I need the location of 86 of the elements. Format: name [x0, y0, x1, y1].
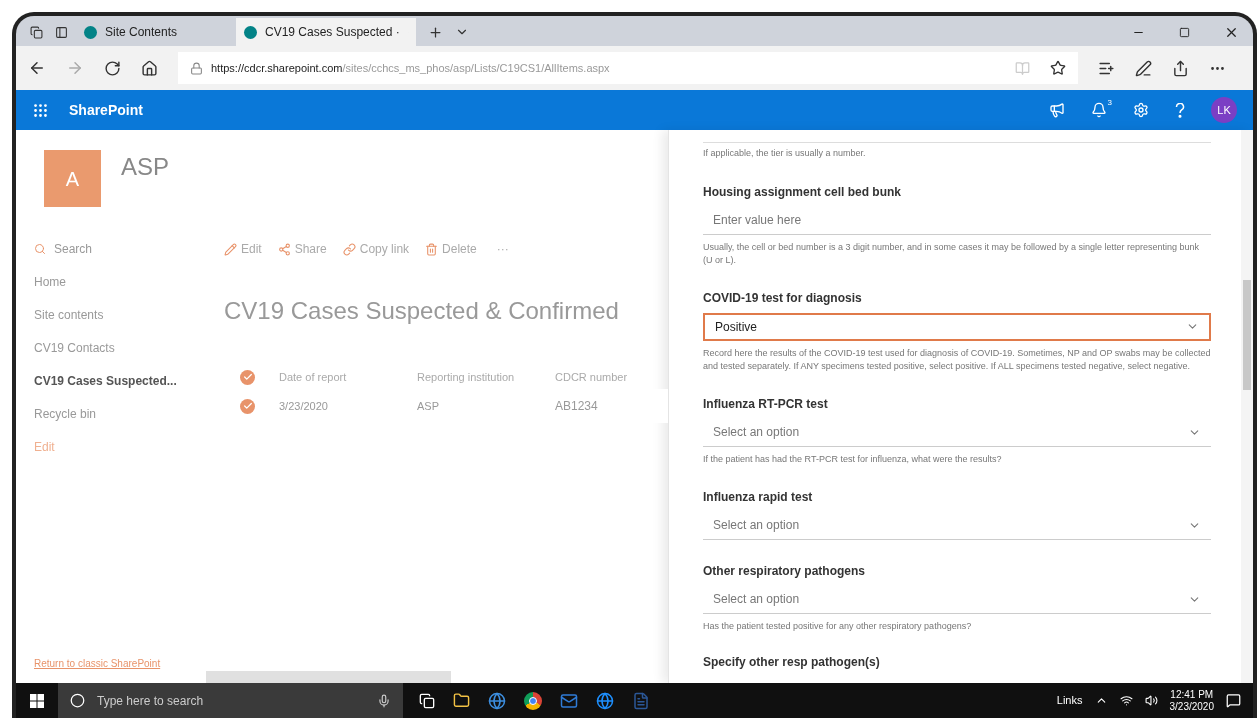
nav-link[interactable]: Recycle bin: [34, 393, 224, 426]
star-icon[interactable]: [1050, 60, 1066, 76]
microphone-icon[interactable]: [377, 693, 391, 708]
browser-tab[interactable]: CV19 Cases Suspected ·: [236, 18, 416, 46]
command-button[interactable]: Copy link: [342, 240, 410, 258]
settings-icon[interactable]: [1133, 102, 1149, 118]
link-icon: [342, 242, 356, 256]
user-avatar[interactable]: LK: [1211, 97, 1237, 123]
volume-icon[interactable]: [1144, 694, 1158, 707]
bell-icon[interactable]: [1091, 102, 1107, 118]
sharepoint-icon: [244, 25, 257, 39]
field-label: Influenza RT-PCR test: [703, 395, 829, 413]
links-toolbar[interactable]: Links: [1056, 692, 1083, 709]
windows-logo-icon[interactable]: [30, 693, 44, 708]
lock-icon: [190, 61, 203, 75]
field-label: Influenza rapid test: [703, 488, 814, 506]
table-cell-text: 3/23/2020: [279, 398, 329, 414]
classic-sharepoint-link[interactable]: Return to classic SharePoint: [34, 656, 224, 671]
document-icon[interactable]: [632, 691, 650, 710]
mail-icon[interactable]: [560, 691, 578, 710]
pen-icon[interactable]: [1135, 59, 1152, 77]
network-icon[interactable]: [1119, 694, 1133, 707]
site-logo: A: [44, 150, 101, 207]
sharepoint-icon: [84, 25, 97, 39]
command-button[interactable]: Share: [277, 240, 327, 258]
column-header[interactable]: Date of report: [279, 368, 417, 386]
pencil-icon: [224, 242, 237, 256]
field-hint: Has the patient tested positive for any other respiratory pathogens?: [703, 619, 973, 633]
browser-tab[interactable]: Site Contents: [76, 18, 236, 46]
nav-link[interactable]: CV19 Contacts: [34, 327, 224, 360]
share-icon[interactable]: [1172, 59, 1189, 77]
tab-preview-icon[interactable]: [55, 25, 68, 39]
home-icon[interactable]: [141, 59, 158, 77]
field-label: Housing assignment cell bed bunk: [703, 183, 903, 201]
help-icon[interactable]: [1175, 102, 1185, 118]
address-bar[interactable]: https://cdcr.sharepoint.com/sites/cchcs_ms_phos/asp/Lists/C19CS1/AllItems.aspx: [178, 52, 1078, 84]
field-label: Specify other resp pathogen(s): [703, 653, 880, 671]
megaphone-icon[interactable]: [1049, 102, 1065, 118]
column-header[interactable]: CDCR number: [555, 368, 628, 386]
clock[interactable]: 12:41 PM 3/23/2020: [1169, 688, 1214, 713]
horizontal-scrollbar[interactable]: [206, 671, 451, 683]
share-icon: [277, 242, 291, 256]
search-field[interactable]: Search: [54, 240, 93, 258]
list-title: CV19 Cases Suspected & Confirmed: [224, 296, 620, 326]
tab-title: Site Contents: [105, 24, 178, 41]
tab-title: CV19 Cases Suspected ·: [265, 24, 400, 41]
column-header[interactable]: Reporting institution: [417, 368, 555, 386]
refresh-icon[interactable]: [104, 59, 121, 77]
notification-count: 3: [1107, 97, 1112, 109]
dropdown-field[interactable]: Positive: [703, 312, 1211, 341]
nav-link[interactable]: Home: [34, 261, 224, 294]
new-tab-icon[interactable]: [428, 24, 443, 40]
edit-link[interactable]: Edit: [34, 426, 224, 459]
task-view-icon[interactable]: [419, 692, 435, 709]
app-launcher-icon[interactable]: [32, 101, 49, 119]
globe-icon[interactable]: [596, 691, 614, 710]
command-button[interactable]: Edit: [224, 240, 262, 258]
dropdown-field[interactable]: Select an option: [703, 585, 1211, 614]
globe-icon[interactable]: [488, 691, 506, 710]
table-cell-text: AB1234: [555, 398, 598, 415]
field-hint: If the patient has had the RT-PCR test for influenza, what were the results?: [703, 452, 1003, 466]
command-button[interactable]: Delete: [425, 240, 477, 258]
text-field[interactable]: Enter value here: [703, 206, 1211, 235]
field-hint: Usually, the cell or bed number is a 3 digit number, and in some cases it may be followed by a single letter representing bunk (U or L).: [703, 240, 1201, 267]
nav-link[interactable]: Site contents: [34, 294, 224, 327]
folder-icon[interactable]: [453, 692, 470, 709]
tabs-aside-icon[interactable]: [30, 25, 43, 39]
app-name[interactable]: SharePoint: [69, 99, 143, 121]
nav-link[interactable]: CV19 Cases Suspected...: [34, 360, 224, 393]
taskbar-search-field[interactable]: Type here to search: [58, 683, 403, 718]
field-hint: Record here the results of the COVID-19 test used for diagnosis of COVID-19. Sometimes, NP and OP swabs may be collected and tested separately. If ANY specimens tested positive, select positive. If ALL specimens tested negative, select negative.: [703, 346, 1211, 373]
vertical-scrollbar[interactable]: [1241, 130, 1253, 683]
dropdown-field[interactable]: Select an option: [703, 511, 1211, 540]
command-button[interactable]: ···: [492, 240, 509, 258]
restore-icon[interactable]: [1179, 26, 1190, 38]
field-label: COVID-19 test for diagnosis: [703, 289, 863, 307]
search-circle-icon: [70, 693, 85, 708]
trash-icon: [425, 242, 439, 256]
field-hint: If applicable, the tier is usually a number.: [703, 142, 1211, 161]
site-title: ASP: [121, 151, 170, 182]
field-label: Other respiratory pathogens: [703, 562, 867, 580]
dropdown-field[interactable]: Select an option: [703, 418, 1211, 447]
back-icon[interactable]: [28, 59, 46, 77]
table-cell-text: ASP: [417, 398, 440, 414]
url-text: https://cdcr.sharepoint.com/sites/cchcs_ms_phos/asp/Lists/C19CS1/AllItems.aspx: [211, 60, 610, 76]
notification-icon[interactable]: [1226, 693, 1241, 708]
